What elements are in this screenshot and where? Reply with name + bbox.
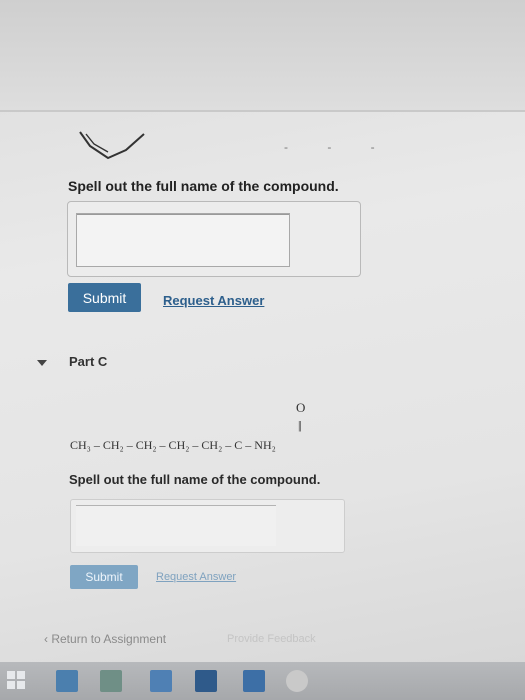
formula-chain: CH₃ – CH₂ – CH₂ – CH₂ – CH₂ – C – NH₂ xyxy=(70,438,276,452)
word-icon[interactable] xyxy=(243,670,265,692)
caret-down-icon[interactable] xyxy=(37,360,47,366)
part-c-title[interactable]: Part C xyxy=(69,354,107,369)
return-label: Return to Assignment xyxy=(51,632,167,646)
store-icon[interactable] xyxy=(150,670,172,692)
part-b-request-answer-link[interactable]: Request Answer xyxy=(163,293,264,308)
start-icon[interactable] xyxy=(6,670,26,690)
structure-dashes: - - - xyxy=(284,140,393,154)
top-blank-region xyxy=(0,0,525,112)
mail-icon[interactable] xyxy=(195,670,217,692)
cyclic-structure-icon xyxy=(79,131,145,160)
part-c-submit-button[interactable]: Submit xyxy=(70,565,138,589)
part-b-answer-input[interactable] xyxy=(76,213,290,267)
part-c-prompt: Spell out the full name of the compound. xyxy=(69,472,321,487)
formula-oxygen: O xyxy=(296,400,306,415)
formula-double-bond: || xyxy=(298,418,302,432)
part-c-answer-input[interactable] xyxy=(76,505,276,546)
part-b-submit-button[interactable]: Submit xyxy=(68,283,141,312)
browser-icon[interactable] xyxy=(56,670,78,692)
return-to-assignment-link[interactable]: ‹ Return to Assignment xyxy=(44,632,166,646)
part-b-prompt: Spell out the full name of the compound. xyxy=(68,178,339,194)
settings-gear-icon[interactable] xyxy=(286,670,308,692)
part-c-request-answer-link[interactable]: Request Answer xyxy=(156,571,236,583)
provide-feedback-link[interactable]: Provide Feedback xyxy=(227,633,316,645)
top-divider xyxy=(0,110,525,112)
photos-icon[interactable] xyxy=(100,670,122,692)
part-c-structural-formula: O || CH₃ – CH₂ – CH₂ – CH₂ – CH₂ – C – N… xyxy=(70,400,370,460)
